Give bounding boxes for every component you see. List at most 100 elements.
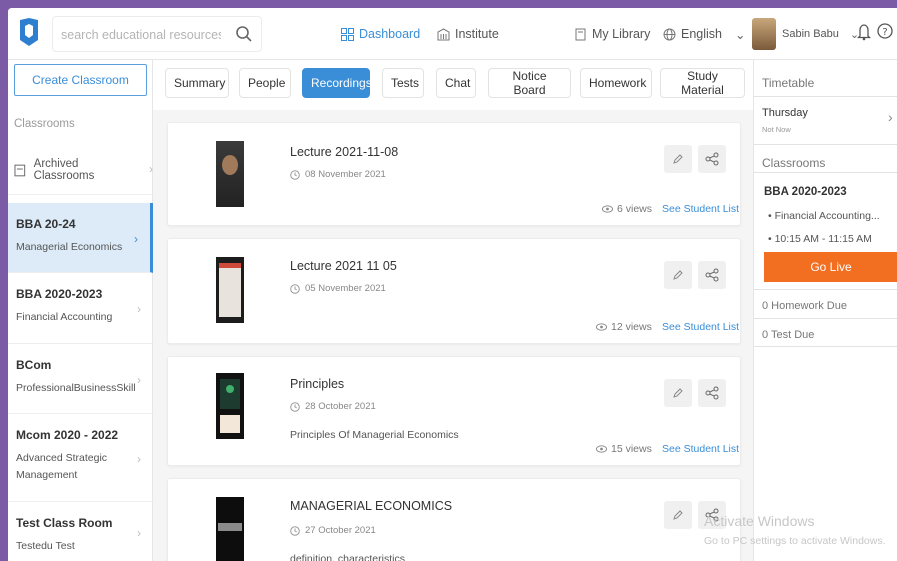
recording-description: definition, characteristics [290,553,405,561]
archived-classrooms-item[interactable]: Archived Classrooms › [8,145,153,195]
divider [754,96,897,97]
search-box [52,16,262,52]
phone-content [220,415,240,433]
search-input[interactable] [61,26,221,44]
chevron-right-icon: › [137,525,141,540]
clock-icon [290,525,300,536]
recording-thumbnail[interactable] [216,257,244,323]
edit-button[interactable] [664,145,692,173]
help-icon[interactable]: ? [877,23,893,39]
library-icon [575,28,586,40]
tab-homework[interactable]: Homework [580,68,652,98]
timetable-label: Timetable [762,76,815,90]
recording-date: 08 November 2021 [290,169,386,180]
live-class-time-text: 10:15 AM - 11:15 AM [774,233,872,245]
nav-institute[interactable]: Institute [437,25,499,43]
recording-thumbnail[interactable] [216,373,244,439]
recording-thumbnail[interactable] [216,497,244,561]
language-label: English [681,27,722,41]
classroom-item[interactable]: BBA 20-24 Managerial Economics › [8,203,153,273]
classroom-subject: Managerial Economics [16,241,123,253]
clock-icon [290,401,300,412]
classrooms-label: Classrooms [762,156,826,170]
chevron-right-icon[interactable]: › [888,109,893,125]
nav-institute-label: Institute [455,27,499,41]
share-button[interactable] [698,145,726,173]
nav-my-library-label: My Library [592,27,651,41]
recording-title: MANAGERIAL ECONOMICS [290,499,453,513]
view-count-text: 15 views [611,443,652,455]
live-class-subject-text: Financial Accounting... [774,210,880,222]
classroom-title: BBA 20-24 [16,217,76,231]
avatar[interactable] [752,18,776,50]
classroom-title: BBA 2020-2023 [16,287,103,301]
svg-text:?: ? [882,27,887,38]
divider [754,318,897,319]
homework-due: 0 Homework Due [762,300,847,312]
tab-study-material[interactable]: Study Material [660,68,745,98]
eye-icon [602,205,613,213]
recording-card[interactable]: Principles 28 October 2021 Principles Of… [167,356,741,466]
chevron-down-icon: ⌄ [735,27,746,42]
app-window: Dashboard Institute My Library [8,8,897,561]
chevron-right-icon: › [137,451,141,466]
timetable-day-status: Not Now [762,125,791,134]
classroom-tabs: Summary People Recordings Tests Chat Not… [153,60,753,110]
tab-people[interactable]: People [239,68,291,98]
classroom-subject: Testedu Test [16,540,75,552]
eye-icon [596,323,607,331]
tab-recordings[interactable]: Recordings [302,68,372,98]
nav-dashboard[interactable]: Dashboard [341,25,420,43]
classroom-subject: Advanced Strategic Management [16,452,108,481]
edit-button[interactable] [664,501,692,529]
test-due: 0 Test Due [762,329,815,341]
go-live-button[interactable]: Go Live [764,252,897,282]
recording-card[interactable]: MANAGERIAL ECONOMICS 27 October 2021 def… [167,478,741,561]
classroom-item[interactable]: BCom ProfessionalBusinessSkill › [8,344,153,414]
video-frame-strip [218,523,242,531]
tab-notice-board[interactable]: Notice Board [488,68,571,98]
classroom-item[interactable]: BBA 2020-2023 Financial Accounting › [8,273,153,344]
recording-card[interactable]: Lecture 2021-11-08 08 November 2021 6 vi… [167,122,741,226]
create-classroom-button[interactable]: Create Classroom [14,64,147,96]
nav-my-library[interactable]: My Library [574,25,650,43]
nav-dashboard-label: Dashboard [359,27,421,41]
share-button[interactable] [698,261,726,289]
language-selector[interactable]: English ⌄ [663,25,745,43]
recording-date-text: 27 October 2021 [305,525,376,536]
top-header: Dashboard Institute My Library [8,8,897,60]
right-panel: Timetable Thursday Not Now › Classrooms … [753,60,897,561]
view-count-text: 6 views [617,203,653,215]
classrooms-section-label: Classrooms [14,118,75,130]
tab-tests[interactable]: Tests [382,68,424,98]
globe-icon [663,28,676,40]
divider [754,289,897,290]
see-student-list-link[interactable]: See Student List [662,203,739,215]
recording-date-text: 28 October 2021 [305,401,376,412]
tab-chat[interactable]: Chat [436,68,476,98]
recording-thumbnail[interactable] [216,141,244,207]
chevron-right-icon: › [137,302,141,316]
see-student-list-link[interactable]: See Student List [662,443,739,455]
classroom-subject: Financial Accounting [16,311,113,323]
app-logo-icon[interactable] [18,18,40,46]
edit-button[interactable] [664,379,692,407]
see-student-list-link[interactable]: See Student List [662,321,739,333]
clock-icon [290,169,300,180]
chevron-right-icon: › [137,372,141,387]
pencil-icon [673,388,683,398]
eye-icon [596,445,607,453]
search-icon[interactable] [235,25,253,43]
classroom-item[interactable]: Test Class Room Testedu Test › [8,502,153,561]
share-icon [705,386,719,400]
view-count-text: 12 views [611,321,652,333]
classroom-subject: ProfessionalBusinessSkill [16,382,136,394]
classroom-item[interactable]: Mcom 2020 - 2022 Advanced Strategic Mana… [8,414,153,502]
bell-icon[interactable] [857,23,871,41]
share-button[interactable] [698,379,726,407]
tab-summary[interactable]: Summary [165,68,229,98]
user-menu[interactable]: Sabin Babu ⌄ [782,25,859,43]
edit-button[interactable] [664,261,692,289]
recording-card[interactable]: Lecture 2021 11 05 05 November 2021 12 v… [167,238,741,344]
recording-title: Lecture 2021-11-08 [290,145,399,159]
